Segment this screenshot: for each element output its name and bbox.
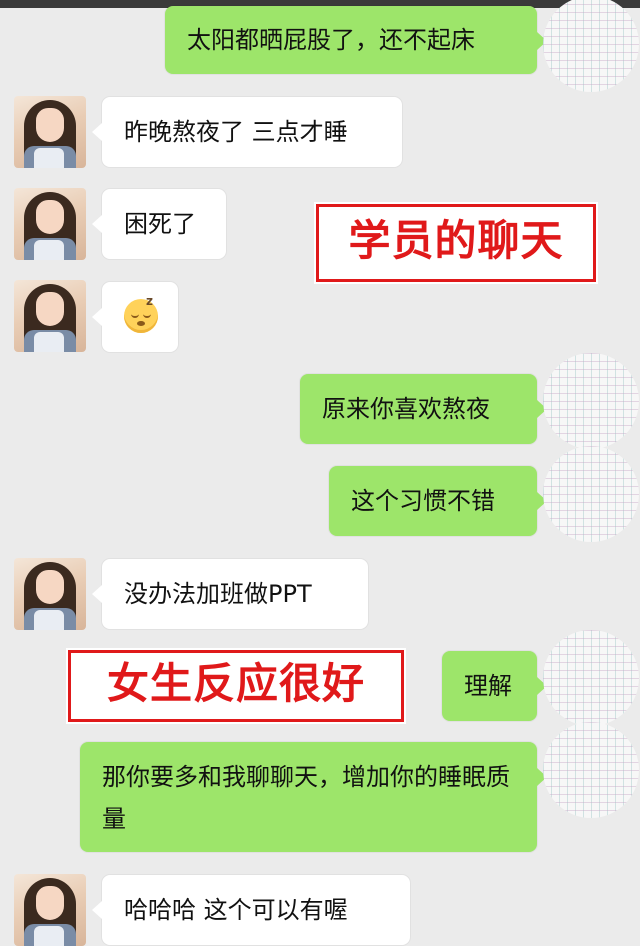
message-text: 原来你喜欢熬夜 <box>322 395 490 423</box>
contact-avatar[interactable] <box>14 188 86 260</box>
message-bubble-incoming[interactable]: 困死了 <box>92 189 226 259</box>
sleepy-emoji-icon: z <box>124 295 158 333</box>
message-bubble-outgoing[interactable]: 原来你喜欢熬夜 <box>300 374 547 444</box>
message-text: 太阳都晒屁股了，还不起床 <box>187 26 475 54</box>
contact-avatar[interactable] <box>14 280 86 352</box>
message-bubble-incoming[interactable]: 没办法加班做PPT <box>92 559 368 629</box>
message-text: 那你要多和我聊聊天，增加你的睡眠质量 <box>102 763 510 833</box>
contact-avatar[interactable] <box>14 96 86 168</box>
contact-avatar[interactable] <box>14 558 86 630</box>
message-text: 昨晚熬夜了 三点才睡 <box>124 118 348 146</box>
message-bubble-incoming[interactable]: 昨晚熬夜了 三点才睡 <box>92 97 402 167</box>
annotation-text: 女生反应很好 <box>106 659 365 708</box>
annotation-stamp-girl-reaction: 女生反应很好 <box>66 648 406 724</box>
message-bubble-outgoing[interactable]: 太阳都晒屁股了，还不起床 <box>165 6 547 74</box>
message-text: 困死了 <box>124 210 196 238</box>
self-avatar-placeholder[interactable] <box>543 446 639 542</box>
message-text: 没办法加班做PPT <box>124 580 312 608</box>
self-avatar-placeholder[interactable] <box>543 0 639 92</box>
message-bubble-incoming[interactable]: 哈哈哈 这个可以有喔 <box>92 875 410 945</box>
message-bubble-incoming[interactable]: z <box>92 282 178 352</box>
message-text: 这个习惯不错 <box>351 487 495 515</box>
self-avatar-placeholder[interactable] <box>543 630 639 726</box>
message-bubble-outgoing[interactable]: 理解 <box>442 651 547 721</box>
annotation-stamp-student-chat: 学员的聊天 <box>314 202 598 284</box>
self-avatar-placeholder[interactable] <box>543 722 639 818</box>
contact-avatar[interactable] <box>14 874 86 946</box>
self-avatar-placeholder[interactable] <box>543 353 639 449</box>
message-bubble-outgoing[interactable]: 这个习惯不错 <box>329 466 547 536</box>
message-bubble-outgoing[interactable]: 那你要多和我聊聊天，增加你的睡眠质量 <box>80 742 547 852</box>
message-text: 哈哈哈 这个可以有喔 <box>124 896 348 924</box>
message-text: 理解 <box>464 672 512 700</box>
annotation-text: 学员的聊天 <box>348 216 564 265</box>
